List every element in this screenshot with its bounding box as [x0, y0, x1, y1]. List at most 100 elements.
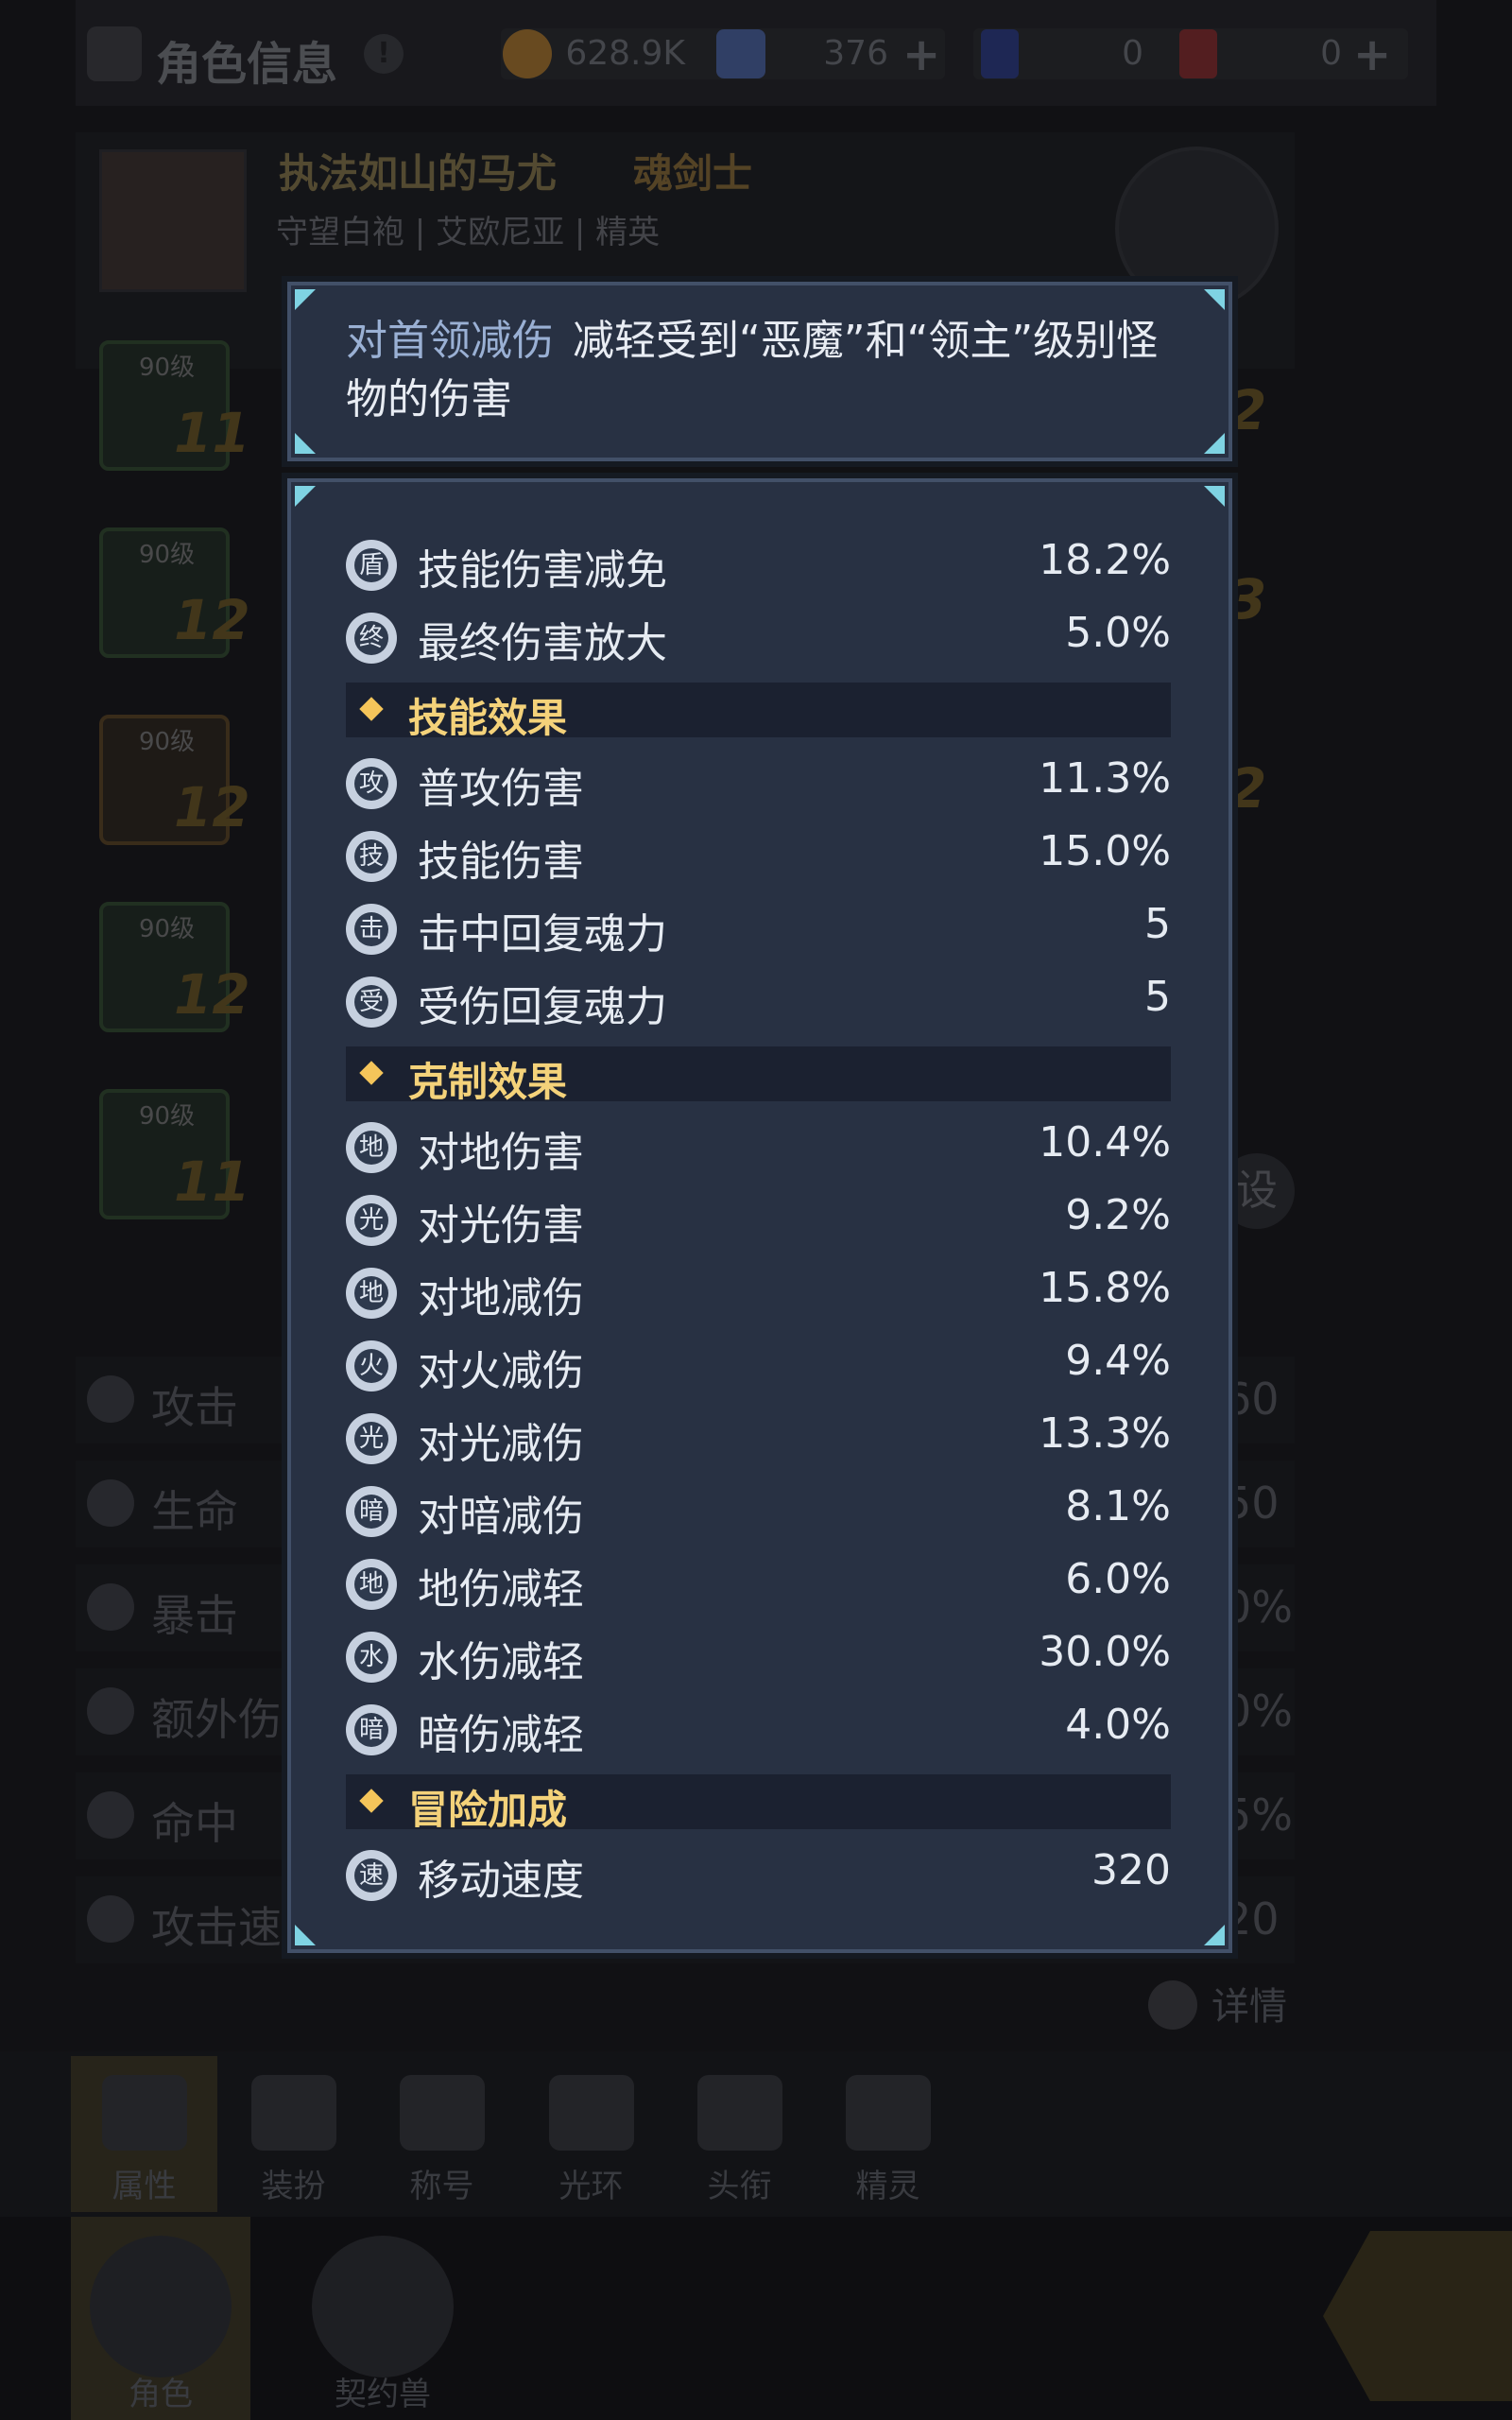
tab-headgear[interactable]: 头衔	[666, 2056, 813, 2212]
nav-character[interactable]: 角色	[71, 2217, 250, 2420]
stat-row: 火 对火减伤 9.4%	[346, 1333, 1171, 1399]
tab-halo[interactable]: 光环	[518, 2056, 664, 2212]
frame-corner	[1204, 486, 1225, 507]
stat-label: 暴击	[151, 1590, 238, 1641]
avatar[interactable]	[99, 149, 247, 292]
tab-title[interactable]: 称号	[369, 2056, 515, 2212]
icon-glyph: 暗	[358, 1497, 384, 1526]
icon-glyph: 光	[358, 1425, 384, 1453]
gold-value: 628.9K	[565, 34, 685, 73]
stat-value: 30.0%	[1039, 1628, 1171, 1676]
stat-label: 额外伤	[151, 1694, 282, 1745]
crystal-value: 376	[823, 34, 888, 73]
section-header: 克制效果	[346, 1046, 1171, 1105]
equipment-slot[interactable]: 90级 11	[99, 340, 250, 471]
icon-glyph: 地	[358, 1279, 384, 1307]
stat-label: 攻击速	[151, 1902, 282, 1953]
tab-attributes[interactable]: 属性	[71, 2056, 217, 2212]
halo-icon	[548, 2075, 634, 2151]
character-class: 魂剑士	[633, 150, 753, 197]
stat-row: 光 对光减伤 13.3%	[346, 1406, 1171, 1472]
stat-label: 对地减伤	[418, 1274, 584, 1322]
tab-fairy[interactable]: 精灵	[815, 2056, 961, 2212]
dark-resist-icon: 暗	[346, 1486, 397, 1537]
diamond-icon	[359, 697, 384, 721]
rank-name: 精英	[595, 214, 661, 251]
slot-enhance: 11	[174, 401, 250, 465]
stat-row: 地 地伤减轻 6.0%	[346, 1551, 1171, 1617]
hurt-recover-icon: 受	[346, 977, 397, 1028]
heart-icon	[87, 1479, 134, 1527]
stat-row: 技 技能伤害 15.0%	[346, 823, 1171, 890]
extra-damage-icon	[87, 1687, 134, 1735]
stat-row: 终 最终伤害放大 5.0%	[346, 605, 1171, 671]
hit-recover-icon: 击	[346, 904, 397, 955]
stat-row: 暗 对暗减伤 8.1%	[346, 1478, 1171, 1545]
tooltip-header: 对首领减伤 减轻受到“恶魔”和“领主”级别怪物的伤害	[282, 276, 1238, 467]
tab-outfit[interactable]: 装扮	[220, 2056, 367, 2212]
icon-glyph: 火	[358, 1352, 384, 1380]
tooltip-key: 对首领减伤	[346, 317, 554, 365]
icon-glyph: 盾	[358, 551, 384, 579]
frame-corner	[295, 1925, 316, 1945]
move-speed-icon: 速	[346, 1850, 397, 1901]
slot-level: 90级	[139, 1102, 196, 1131]
final-damage-icon: 终	[346, 613, 397, 664]
tab-label: 头衔	[707, 2168, 772, 2205]
stat-value: 15.8%	[1039, 1264, 1171, 1312]
frame-corner	[1204, 289, 1225, 310]
earth-damage-icon: 地	[346, 1122, 397, 1173]
icon-glyph: 受	[358, 988, 384, 1016]
stat-value: 5	[1144, 900, 1171, 948]
stat-label: 对火减伤	[418, 1347, 584, 1395]
stat-value: 11.3%	[1039, 754, 1171, 803]
stat-value: 10.4%	[1039, 1118, 1171, 1167]
equipment-slot[interactable]: 90级 12	[99, 902, 250, 1032]
section-header: 技能效果	[346, 683, 1171, 741]
stat-row: 水 水伤减轻 30.0%	[346, 1624, 1171, 1690]
stat-label: 移动速度	[418, 1857, 584, 1905]
help-icon[interactable]: !	[364, 34, 404, 74]
sword-icon	[87, 1375, 134, 1423]
region-name: 艾欧尼亚	[436, 214, 565, 251]
nav-pet[interactable]: 契约兽	[293, 2217, 472, 2420]
stat-value: 13.3%	[1039, 1409, 1171, 1458]
add-card-button[interactable]: +	[1353, 28, 1391, 81]
light-resist-icon: 光	[346, 1413, 397, 1464]
stat-label: 生命	[151, 1486, 238, 1537]
stat-label: 普攻伤害	[418, 765, 584, 813]
slot-level: 90级	[139, 728, 196, 756]
icon-glyph: 暗	[358, 1716, 384, 1744]
stat-value: 15.0%	[1039, 827, 1171, 875]
stat-label: 技能伤害减免	[418, 546, 667, 595]
stat-value: 5.0%	[1065, 609, 1171, 657]
guild-name: 守望白袍	[276, 214, 404, 251]
icon-glyph: 地	[358, 1133, 384, 1162]
icon-glyph: 水	[358, 1643, 384, 1671]
water-reduce-icon: 水	[346, 1632, 397, 1683]
detail-link[interactable]: 详情	[1211, 1976, 1287, 2031]
diamond-icon	[359, 1789, 384, 1813]
light-damage-icon: 光	[346, 1195, 397, 1246]
equipment-slot[interactable]: 90级 12	[99, 527, 250, 658]
section-title: 克制效果	[408, 1059, 568, 1105]
section-title: 冒险加成	[408, 1787, 568, 1833]
stat-value: 320	[1091, 1846, 1171, 1894]
section-header: 冒险加成	[346, 1774, 1171, 1833]
stat-label: 对地伤害	[418, 1129, 584, 1177]
skill-damage-icon: 技	[346, 831, 397, 882]
paw-icon	[312, 2236, 454, 2377]
equipment-slot[interactable]: 90级 12	[99, 715, 250, 845]
equipment-slot[interactable]: 90级 11	[99, 1089, 250, 1219]
frame-corner	[1204, 1925, 1225, 1945]
frame-corner	[295, 289, 316, 310]
section-title: 技能效果	[408, 695, 568, 741]
frame-corner	[1204, 433, 1225, 454]
add-crystal-button[interactable]: +	[902, 28, 940, 81]
stat-value: 6.0%	[1065, 1555, 1171, 1603]
red-card-value: 0	[1320, 34, 1342, 73]
info-icon	[1148, 1980, 1197, 2030]
slot-level: 90级	[139, 354, 196, 382]
skill-damage-reduction-icon: 盾	[346, 540, 397, 591]
fairy-icon	[845, 2075, 931, 2151]
